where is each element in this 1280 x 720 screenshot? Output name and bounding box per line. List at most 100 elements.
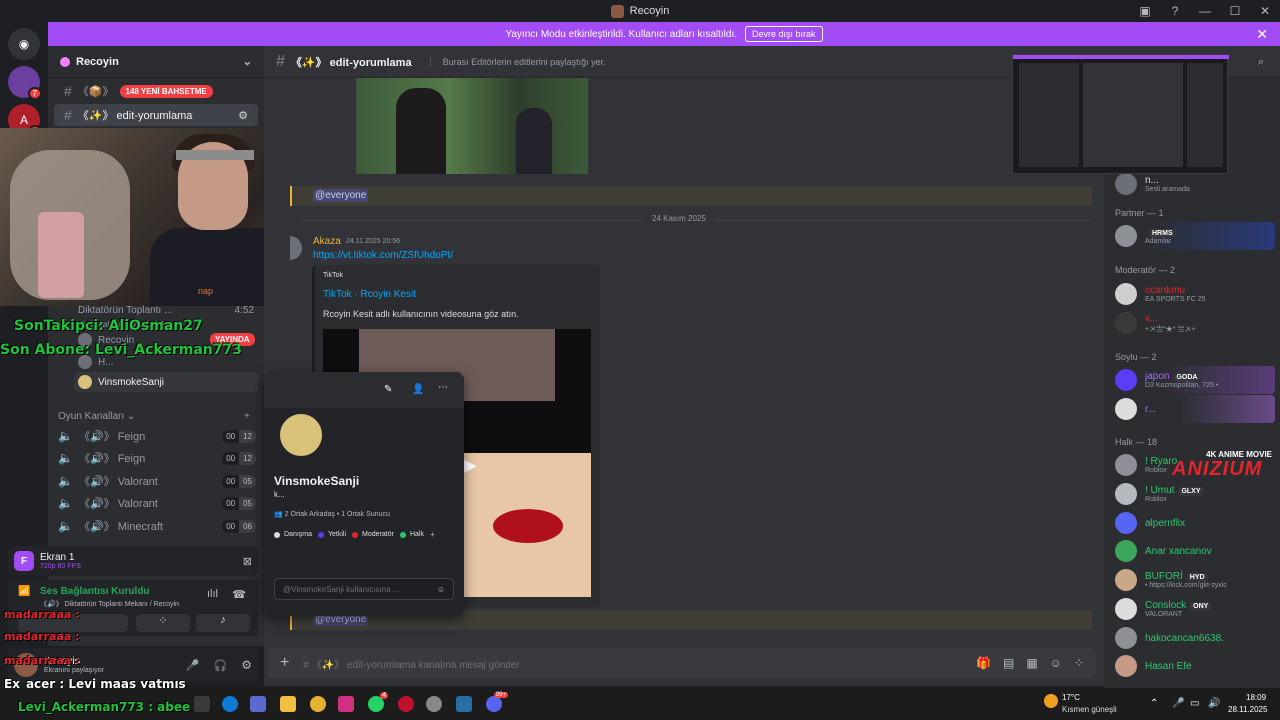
member-item[interactable]: v... +メ亗*★* 亗メ+ [1113,309,1278,337]
minimize-button[interactable]: — [1190,4,1220,18]
add-role-icon[interactable]: + [430,530,435,539]
window-title: Recoyin [629,5,670,17]
gift-icon[interactable]: 🎁 [976,656,991,670]
noise-suppression-icon[interactable]: ılıl [207,588,218,600]
guild-header[interactable]: Recoyin ⌄ [48,46,264,78]
screen-preview-pip[interactable] [1012,54,1229,174]
discord-home-icon[interactable]: ◉ [8,28,40,60]
chrome-icon[interactable] [310,696,326,712]
network-icon[interactable]: ▭ [1190,698,1199,709]
volume-icon[interactable]: 🔊 [1208,698,1220,709]
tray-chevron-icon[interactable]: ⌃ [1150,698,1158,709]
member-item[interactable]: HRMS Adamlar [1113,222,1275,250]
weather-temp[interactable]: 17°C [1062,693,1080,702]
voice-channel[interactable]: 🔈 《🔊》 Valorant 00 05 [58,493,256,513]
new-mentions-badge[interactable]: 148 YENİ BAHSETME [119,84,213,98]
soundboard-button[interactable]: ♪ [196,614,250,632]
steam-icon[interactable] [456,696,472,712]
direct-message-input[interactable]: @VinsmokeSanji kullanıcısına ... ☺ [274,578,454,600]
member-item[interactable]: n... Sesli aramada [1113,170,1278,198]
server-icon[interactable]: 7 [8,66,42,100]
profile-avatar[interactable] [276,410,326,460]
discord-taskbar-icon[interactable]: 99+ [486,692,508,712]
close-icon[interactable]: ✕ [1256,26,1268,43]
everyone-mention[interactable]: @everyone [313,189,369,202]
message-author[interactable]: Akaza [313,236,341,247]
chevron-down-icon[interactable]: ⌄ [243,55,252,68]
copilot-icon[interactable] [250,696,266,712]
instagram-icon[interactable] [338,696,354,712]
activities-button[interactable]: ⁘ [136,614,190,632]
disconnect-icon[interactable]: ☎ [232,588,246,601]
taskbar-app-icon[interactable] [194,696,210,712]
role-pill[interactable]: Halk [399,530,424,539]
member-item[interactable]: Hasan Efe [1113,652,1278,680]
embed-title[interactable]: TikTok · Rcoyin Kesit [323,289,416,300]
voice-channel[interactable]: 🔈 《🔊》 Feign 00 12 [58,426,256,446]
role-pill[interactable]: Yetkili [318,530,346,539]
member-item[interactable]: alpernflix [1113,509,1278,537]
disable-streamer-mode-button[interactable]: Devre dışı bırak [745,26,823,42]
add-friend-icon[interactable]: 👤 [412,384,424,395]
member-item[interactable]: BUFORİ HYD • https://kick.com/gkt-zyxic [1113,566,1278,594]
obs-icon[interactable] [426,696,442,712]
clock-date[interactable]: 28.11.2025 [1228,705,1267,714]
member-item[interactable]: r... [1113,395,1275,423]
channel-item[interactable]: # 《📦》 148 YENİ BAHSETME [54,80,258,102]
member-item[interactable]: Conslock ONY VALORANT [1113,595,1278,623]
stop-share-icon[interactable]: ⊠ [243,555,252,568]
watermark-text: ANIZIUM [1172,458,1263,480]
voice-channel[interactable]: 🔈 《🔊》 Feign 00 12 [58,448,256,468]
member-item[interactable]: ccankmu EA SPORTS FC 25 [1113,280,1278,308]
gif-icon[interactable]: ▤ [1003,656,1014,670]
add-channel-icon[interactable]: + [244,411,250,422]
signal-icon[interactable]: 📶 [18,586,30,597]
category-games[interactable]: Oyun Kanalları ⌄ [58,411,135,422]
sticker-icon[interactable]: ▦ [1026,656,1037,670]
server-tag: ONY [1190,602,1212,611]
member-activity: Roblox [1145,496,1167,503]
emoji-icon[interactable]: ☺ [437,585,445,594]
edge-icon[interactable] [222,696,238,712]
weather-icon[interactable] [1044,694,1058,708]
channel-topic[interactable]: Burası Editörlerin editlerini paylaştığı… [429,56,606,67]
maximize-button[interactable]: ☐ [1220,4,1250,18]
member-item[interactable]: ! Umut GLXY Roblox [1113,480,1278,508]
whatsapp-icon[interactable]: 4 [368,692,388,712]
opera-icon[interactable] [398,696,414,712]
role-pill[interactable]: Danışma [274,530,312,539]
weather-desc[interactable]: Kısmen güneşli [1062,705,1117,714]
user-count: 00 [222,451,240,465]
channel-item-edit-yorumlama[interactable]: # 《✨》 edit-yorumlama ⚙ [54,104,258,126]
mic-tray-icon[interactable]: 🎤 [1172,698,1184,709]
member-item[interactable]: Anar xancanov [1113,537,1278,565]
message-link[interactable]: https://vt.tiktok.com/ZSfUhdoPt/ [313,250,453,261]
microphone-icon[interactable]: 🎤 [186,659,200,672]
voice-status-title[interactable]: Ses Bağlantısı Kuruldu [40,586,149,597]
apps-icon[interactable]: ⁘ [1074,656,1084,670]
settings-gear-icon[interactable]: ⚙ [241,658,252,672]
inbox-icon[interactable]: ▣ [1130,4,1160,18]
add-attachment-icon[interactable]: + [280,654,289,672]
file-explorer-icon[interactable] [280,696,296,712]
message-composer[interactable]: + # 《✨》 edit-yorumlama kanalına mesaj gö… [268,648,1096,678]
screenshare-panel[interactable]: F Ekran 1 720p 60 FPS ⊠ [8,546,258,576]
voice-channel[interactable]: 🔈 《🔊》 Minecraft 00 06 [58,516,256,536]
voice-user-selected[interactable]: VinsmokeSanji [74,372,258,392]
search-icon[interactable]: ⌕ [1258,56,1264,69]
mutual-friends[interactable]: 👥 2 Ortak Arkadaş • 1 Ortak Sunucu [274,510,390,518]
close-window-button[interactable]: ✕ [1250,4,1280,18]
clock-time[interactable]: 18:09 [1246,693,1266,702]
edit-icon[interactable]: ✎ [384,384,392,395]
member-item[interactable]: hakocancan6638. [1113,624,1278,652]
headphones-icon[interactable]: 🎧 [214,659,228,672]
role-pill[interactable]: Moderatör [352,530,394,539]
message-image[interactable] [356,78,588,174]
member-item[interactable]: japon GODA D3 Kozmopolitan, 725 • [1113,366,1275,394]
more-options-icon[interactable]: ⋯ [438,382,448,393]
invite-and-settings-icons[interactable]: ⚙ [238,109,248,122]
play-icon[interactable]: ▶ [463,455,477,476]
help-icon[interactable]: ? [1160,4,1190,18]
emoji-icon[interactable]: ☺ [1050,656,1062,670]
voice-channel[interactable]: 🔈 《🔊》 Valorant 00 05 [58,471,256,491]
